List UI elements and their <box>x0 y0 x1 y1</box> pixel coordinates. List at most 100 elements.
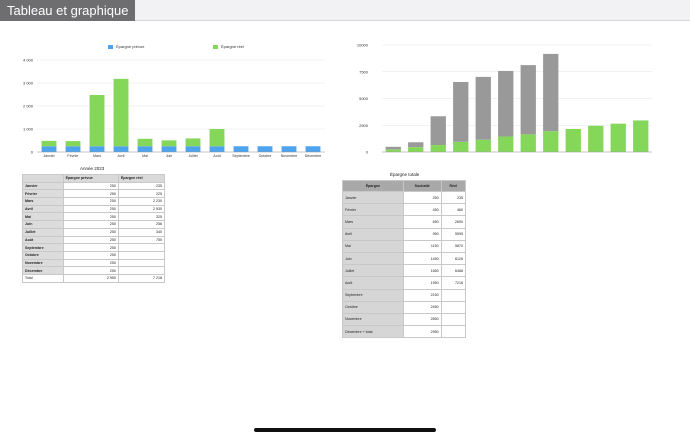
table1-value-cell[interactable]: 2 950 <box>62 273 119 283</box>
table2-value-cell[interactable] <box>440 300 467 314</box>
chart1-bar-reel <box>209 129 225 147</box>
table1-value-cell[interactable]: 250 <box>62 220 119 229</box>
table2-value-cell[interactable]: 6468 <box>440 264 467 278</box>
table1-label-cell[interactable]: Juillet <box>22 227 64 237</box>
table2-value-cell[interactable] <box>440 288 467 302</box>
table2-label-cell[interactable]: Septembre <box>342 288 404 302</box>
table1-value-cell[interactable]: 250 <box>62 266 119 275</box>
table1-value-cell[interactable]: 340 <box>117 227 166 237</box>
table2-value-cell[interactable]: 235 <box>440 190 467 205</box>
table1-value-cell[interactable]: 250 <box>62 227 119 237</box>
table1-value-cell[interactable]: 250 <box>62 212 119 222</box>
table2-value-cell[interactable]: 7218 <box>440 276 467 290</box>
table2-value-cell[interactable]: 1450 <box>402 251 442 266</box>
table2-label-cell[interactable]: Juin <box>342 251 404 266</box>
table1-label-cell[interactable]: Décembre <box>22 266 64 275</box>
table1-value-cell[interactable] <box>117 250 166 260</box>
table1-value-cell[interactable]: 7 218 <box>117 273 166 283</box>
table1-value-cell[interactable]: 250 <box>62 181 119 191</box>
table1-label-cell[interactable]: Août <box>22 235 64 245</box>
chart2-bar-souhaite <box>633 120 649 152</box>
table1-value-cell[interactable]: 235 <box>117 181 166 191</box>
table1-label-cell[interactable]: Avril <box>22 204 64 214</box>
chart1-bar-reel <box>41 140 57 147</box>
chart1-xtick: Mars <box>93 154 101 158</box>
chart2-bar-souhaite <box>430 145 446 152</box>
home-indicator[interactable] <box>254 428 436 432</box>
table2-label-cell[interactable]: Janvier <box>342 190 404 205</box>
table1-value-cell[interactable]: 250 <box>62 258 119 268</box>
table1-caption: Année 2023 <box>80 166 105 171</box>
table2-value-cell[interactable]: 5595 <box>440 227 467 241</box>
table1-value-cell[interactable]: 2 930 <box>117 204 166 214</box>
table2-value-cell[interactable]: 2450 <box>402 300 442 314</box>
table2-value-cell[interactable]: 2150 <box>402 288 442 302</box>
table1-label-cell[interactable]: Juin <box>22 220 64 229</box>
table2-value-cell[interactable]: 6126 <box>440 251 467 266</box>
chart1-xtick: Août <box>213 154 220 158</box>
table2-value-cell[interactable] <box>440 312 467 327</box>
table1-value-cell[interactable]: 256 <box>117 220 166 229</box>
table2-label-cell[interactable]: Février <box>342 203 404 217</box>
table2-value-cell[interactable]: 1150 <box>402 239 442 253</box>
table1-value-cell[interactable]: 250 <box>62 250 119 260</box>
chart1-ytick: 4 000 <box>23 58 34 63</box>
table2-value-cell[interactable]: 450 <box>402 203 442 217</box>
table2-label-cell[interactable]: Décembre + total <box>342 325 404 339</box>
chart1-xtick: Décembre <box>305 154 322 158</box>
table1-value-cell[interactable]: 250 <box>62 243 119 252</box>
table1-label-cell[interactable]: Novembre <box>22 258 64 268</box>
table2-header-cell: Souhaité <box>402 180 442 192</box>
table1-label-cell[interactable]: Février <box>22 189 64 199</box>
chart1-xtick: Mai <box>142 154 148 158</box>
table2-label-cell[interactable]: Mars <box>342 215 404 229</box>
table1-value-cell[interactable]: 250 <box>62 204 119 214</box>
table2-value-cell[interactable]: 460 <box>440 203 467 217</box>
table2-value-cell[interactable]: 5870 <box>440 239 467 253</box>
table2-row: Avril 950 5595 <box>342 227 467 241</box>
table1-row: Total 2 950 7 218 <box>22 273 166 283</box>
chart2-bar-souhaite <box>453 141 469 152</box>
table1-row: Mai 250 325 <box>22 212 166 222</box>
chart1-bar-reel <box>137 138 153 147</box>
table1-value-cell[interactable] <box>117 258 166 268</box>
table2-value-cell[interactable]: 2950 <box>402 325 442 339</box>
table2-value-cell[interactable]: 1950 <box>402 276 442 290</box>
table1-label-cell[interactable]: Septembre <box>22 243 64 252</box>
table2-value-cell[interactable]: 950 <box>402 227 442 241</box>
table1-value-cell[interactable]: 250 <box>62 235 119 245</box>
table1-label-cell[interactable]: Total <box>22 273 64 283</box>
table2-label-cell[interactable]: Juillet <box>342 264 404 278</box>
table2-value-cell[interactable] <box>440 325 467 339</box>
table2-value-cell[interactable]: 650 <box>402 215 442 229</box>
table2-value-cell[interactable]: 2650 <box>402 312 442 327</box>
table1-label-cell[interactable]: Mai <box>22 212 64 222</box>
table1-header-cell: Épargne prévue <box>62 174 119 183</box>
table1-value-cell[interactable]: 750 <box>117 235 166 245</box>
table1-value-cell[interactable]: 250 <box>62 189 119 199</box>
table1-value-cell[interactable]: 325 <box>117 212 166 222</box>
table2-label-cell[interactable]: Avril <box>342 227 404 241</box>
table2-label-cell[interactable]: Octobre <box>342 300 404 314</box>
legend-label-reel: Épargne réel <box>221 44 244 49</box>
table2-label-cell[interactable]: Novembre <box>342 312 404 327</box>
chart2-bar-souhaite <box>385 149 401 152</box>
table2-label-cell[interactable]: Août <box>342 276 404 290</box>
sheet-tab[interactable]: Tableau et graphique <box>0 0 136 21</box>
table1-value-cell[interactable] <box>117 243 166 252</box>
table1-label-cell[interactable]: Octobre <box>22 250 64 260</box>
table1-value-cell[interactable] <box>117 266 166 275</box>
table2-value-cell[interactable]: 1650 <box>402 264 442 278</box>
table1-value-cell[interactable]: 2 230 <box>117 197 166 206</box>
table1-value-cell[interactable]: 250 <box>62 197 119 206</box>
table2-value-cell[interactable]: 250 <box>402 190 442 205</box>
chart2-bar-reel <box>520 65 536 135</box>
table2-value-cell[interactable]: 2690 <box>440 215 467 229</box>
table1-row: Décembre 250 <box>22 266 166 275</box>
table1-label-cell[interactable]: Mars <box>22 197 64 206</box>
table2-label-cell[interactable]: Mai <box>342 239 404 253</box>
chart1-xtick: Janvier <box>43 154 55 158</box>
table1-label-cell[interactable]: Janvier <box>22 181 64 191</box>
chart1-bar-prevu <box>113 146 129 152</box>
table1-value-cell[interactable]: 225 <box>117 189 166 199</box>
